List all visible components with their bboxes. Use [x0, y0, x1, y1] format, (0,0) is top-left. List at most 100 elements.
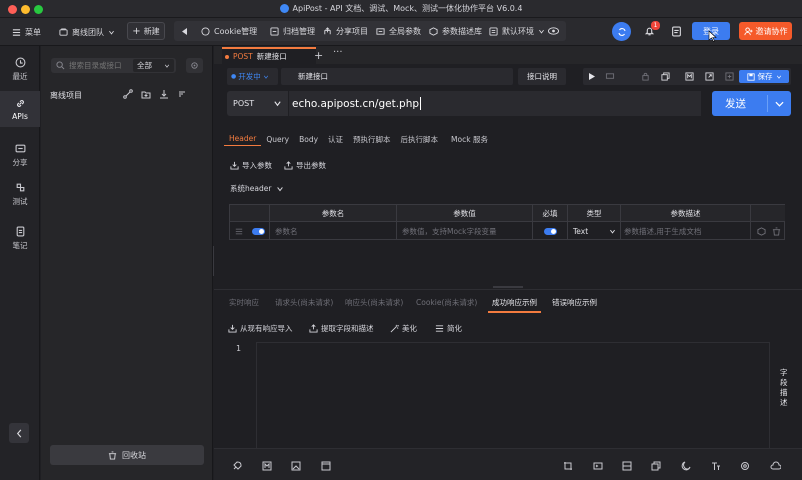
sort-icon[interactable]	[177, 89, 187, 99]
tab-post-script[interactable]: 后执行脚本	[396, 132, 444, 146]
notification-button[interactable]: 1	[644, 21, 660, 37]
param-desc-button[interactable]: 参数描述库	[429, 21, 482, 41]
send-button[interactable]: 发送	[712, 91, 791, 116]
markdown-icon[interactable]	[262, 461, 272, 471]
save-button[interactable]: 保存	[739, 70, 789, 83]
import-icon[interactable]	[159, 89, 169, 99]
project-name[interactable]: 离线项目	[50, 90, 82, 101]
response-example-editor[interactable]	[256, 342, 770, 450]
tab-auth[interactable]: 认证	[323, 132, 348, 146]
system-header-toggle[interactable]: 系统header	[230, 183, 284, 194]
window-icon[interactable]	[321, 461, 331, 471]
maximize-window-button[interactable]	[34, 5, 43, 14]
changelog-button[interactable]	[671, 26, 682, 37]
simplify-button[interactable]: 简化	[435, 323, 462, 334]
rail-item-apis[interactable]: APIs	[0, 91, 40, 127]
tab-new-api[interactable]: POST 新建接口	[222, 47, 316, 64]
tab-request-headers[interactable]: 请求头(尚未请求)	[275, 297, 333, 308]
tab-header[interactable]: Header	[224, 132, 262, 146]
param-desc-input[interactable]: 参数描述,用于生成文档	[621, 222, 751, 240]
beautify-button[interactable]: 美化	[390, 323, 417, 334]
collapse-sidebar-button[interactable]	[9, 423, 29, 443]
cookie-label: Cookie管理	[214, 26, 258, 36]
sync-button[interactable]	[612, 22, 631, 41]
copy-icon[interactable]	[651, 461, 661, 471]
invite-collaborate-button[interactable]: 邀请协作	[739, 22, 792, 40]
tab-body[interactable]: Body	[294, 132, 323, 146]
crop-icon[interactable]	[563, 461, 573, 471]
play-icon[interactable]	[589, 73, 595, 80]
window-title: ApiPost - API 文档、调试、Mock、测试一体化协作平台 V6.0.…	[292, 4, 523, 13]
share-project-button[interactable]: 分享项目	[323, 21, 368, 41]
share-link-icon[interactable]	[705, 72, 714, 81]
menu-button[interactable]: 菜单	[12, 18, 41, 46]
settings-icon[interactable]	[740, 461, 750, 471]
api-name-input[interactable]: 新建接口	[281, 68, 513, 85]
url-input[interactable]: echo.apipost.cn/get.php	[289, 91, 701, 116]
api-doc-button[interactable]: 接口说明	[518, 68, 566, 85]
method-select[interactable]: POST	[227, 91, 288, 116]
recycle-bin-button[interactable]: 回收站	[50, 445, 204, 465]
tab-response-headers[interactable]: 响应头(尚未请求)	[345, 297, 403, 308]
flow-icon[interactable]	[123, 89, 133, 99]
add-tab-button[interactable]: +	[314, 49, 323, 62]
layout-icon[interactable]	[622, 461, 632, 471]
font-size-icon[interactable]	[711, 461, 721, 471]
cloud-icon[interactable]	[770, 461, 781, 471]
archive-button[interactable]: 归档管理	[270, 21, 315, 41]
trash-icon[interactable]	[772, 226, 781, 236]
view-environment-button[interactable]	[548, 21, 559, 41]
monitor-icon[interactable]	[605, 72, 615, 81]
lock-icon[interactable]	[641, 72, 650, 81]
import-params-button[interactable]: 导入参数	[230, 160, 272, 171]
locate-button[interactable]	[186, 58, 203, 73]
new-folder-icon[interactable]	[141, 89, 151, 99]
tab-cookie[interactable]: Cookie(尚未请求)	[416, 297, 477, 308]
tab-query[interactable]: Query	[261, 132, 294, 146]
cookie-manager-button[interactable]: Cookie管理	[201, 21, 257, 41]
import-from-response-button[interactable]: 从现有响应导入	[228, 323, 293, 334]
required-toggle[interactable]	[543, 227, 557, 235]
markdown-icon[interactable]	[685, 72, 694, 81]
row-enabled-toggle[interactable]	[252, 227, 265, 235]
param-value-input[interactable]: 参数值，支持Mock字段变量	[397, 222, 533, 240]
copy-icon[interactable]	[661, 72, 670, 81]
rail-item-recent[interactable]: 最近	[0, 51, 40, 87]
image-icon[interactable]	[291, 461, 301, 471]
tab-live-response[interactable]: 实时响应	[229, 297, 259, 308]
drag-handle-icon[interactable]	[235, 228, 243, 235]
param-type-select[interactable]: Text	[568, 222, 621, 240]
tab-error-example[interactable]: 错误响应示例	[552, 297, 597, 308]
collapse-left-button[interactable]	[182, 21, 188, 41]
menu-label: 菜单	[25, 27, 41, 37]
rail-item-share[interactable]: 分享	[0, 137, 40, 173]
tab-pre-script[interactable]: 预执行脚本	[348, 132, 396, 146]
export-params-button[interactable]: 导出参数	[284, 160, 326, 171]
rail-item-notes[interactable]: 笔记	[0, 220, 40, 256]
more-tabs-button[interactable]: ···	[333, 47, 343, 58]
rocket-icon[interactable]	[232, 461, 242, 471]
new-button[interactable]: + 新建	[127, 22, 165, 40]
project-search: 全部	[51, 58, 176, 73]
moon-icon[interactable]	[681, 461, 691, 471]
extract-fields-button[interactable]: 提取字段和描述	[309, 323, 374, 334]
chevron-down-icon[interactable]	[775, 100, 784, 108]
global-params-button[interactable]: 全局参数	[376, 21, 421, 41]
search-input[interactable]	[69, 61, 129, 70]
rail-label-recent: 最近	[12, 71, 28, 81]
minimize-window-button[interactable]	[21, 5, 30, 14]
tab-success-example[interactable]: 成功响应示例	[492, 297, 537, 308]
terminal-icon[interactable]	[593, 461, 603, 471]
split-resize-handle[interactable]	[493, 286, 523, 288]
api-status-selector[interactable]: ● 开发中	[227, 68, 278, 85]
close-window-button[interactable]	[8, 5, 17, 14]
team-selector[interactable]: 离线团队	[59, 18, 115, 46]
param-name-input[interactable]: 参数名	[270, 222, 397, 240]
filter-select[interactable]: 全部	[133, 59, 174, 72]
rail-item-test[interactable]: 测试	[0, 176, 40, 212]
field-description-panel-toggle[interactable]: 字段描述	[780, 368, 792, 408]
environment-selector[interactable]: 默认环境	[489, 21, 545, 41]
export-icon[interactable]	[725, 72, 734, 81]
tab-mock[interactable]: Mock 服务	[446, 132, 493, 146]
cube-icon[interactable]	[757, 226, 766, 236]
